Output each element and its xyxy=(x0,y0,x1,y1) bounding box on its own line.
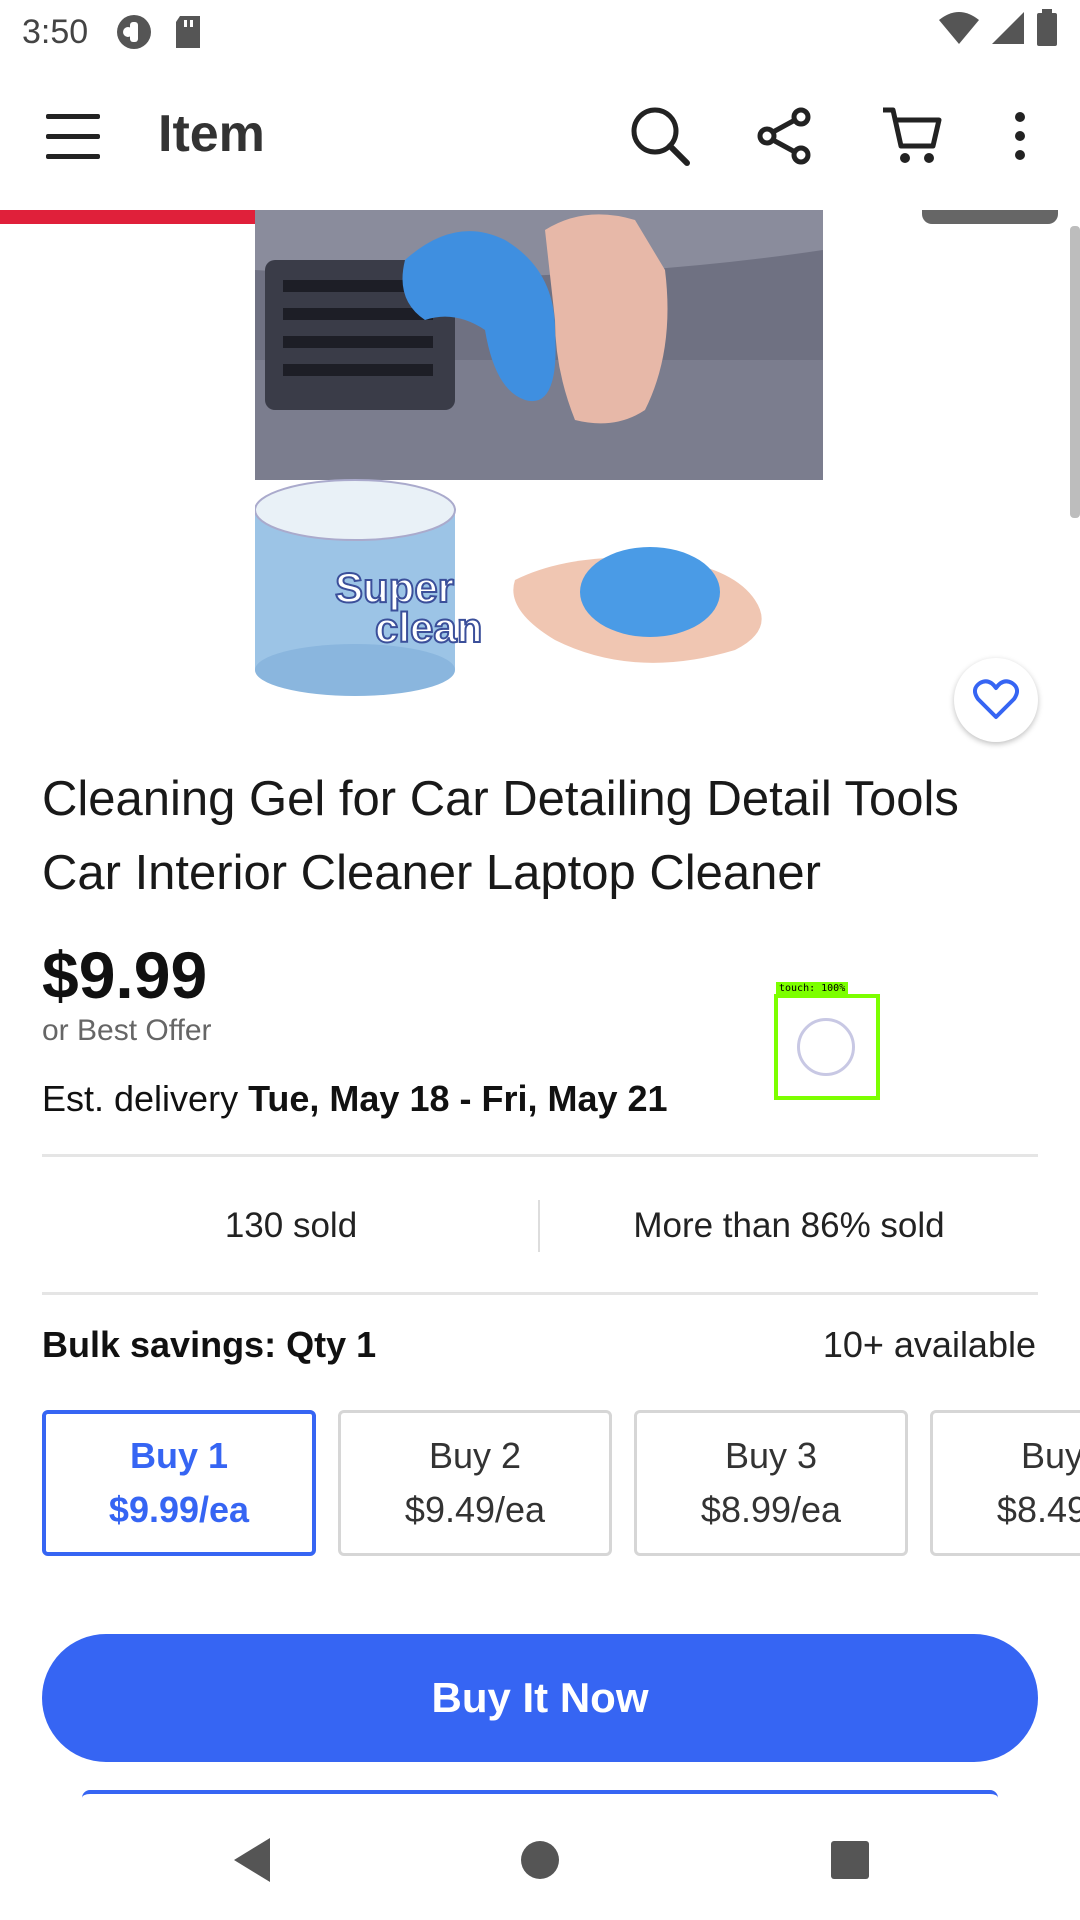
jar-label-line2: clean xyxy=(375,604,482,651)
divider xyxy=(42,1292,1038,1295)
home-icon[interactable] xyxy=(510,1830,570,1890)
bulk-option-qty: Buy 4 xyxy=(1020,1435,1080,1476)
product-image: Super clean xyxy=(255,210,823,696)
app-bar: Item xyxy=(0,64,1080,210)
available-quantity: 10+ available xyxy=(822,1324,1036,1365)
status-bar: 3:50 xyxy=(0,0,1080,64)
divider xyxy=(42,1154,1038,1157)
notification-icon xyxy=(114,12,154,52)
bulk-savings-label: Bulk savings: Qty 1 xyxy=(42,1324,377,1365)
delivery-prefix: Est. delivery xyxy=(42,1078,249,1119)
sales-stats: 130 sold More than 86% sold xyxy=(42,1158,1038,1294)
bulk-option-qty: Buy 3 xyxy=(724,1435,818,1476)
recents-icon[interactable] xyxy=(820,1830,880,1890)
sold-count: 130 sold xyxy=(224,1206,358,1245)
bulk-option-price: $9.99/ea xyxy=(108,1489,250,1530)
image-counter-strip xyxy=(922,210,1058,224)
buy-it-now-button[interactable]: Buy It Now xyxy=(42,1634,1038,1762)
touch-point xyxy=(797,1018,855,1076)
add-to-cart-button-peek[interactable] xyxy=(82,1790,998,1798)
bulk-option-3[interactable]: Buy 3 $8.99/ea xyxy=(634,1410,908,1556)
signal-icon xyxy=(990,10,1026,55)
wifi-icon xyxy=(938,10,980,55)
search-icon[interactable] xyxy=(628,104,692,168)
estimated-delivery: Est. delivery Tue, May 18 - Fri, May 21 xyxy=(42,1078,668,1120)
page-title: Item xyxy=(158,105,265,163)
share-icon[interactable] xyxy=(752,104,816,168)
scrollbar[interactable] xyxy=(1070,226,1080,518)
heart-icon xyxy=(973,679,1019,719)
sold-percent: More than 86% sold xyxy=(633,1206,945,1245)
sd-card-icon xyxy=(172,14,204,50)
bulk-options: Buy 1 $9.99/ea Buy 2 $9.49/ea Buy 3 $8.9… xyxy=(42,1410,1080,1556)
delivery-dates: Tue, May 18 - Fri, May 21 xyxy=(248,1078,668,1119)
status-time: 3:50 xyxy=(22,12,89,51)
best-offer-text: or Best Offer xyxy=(42,1014,212,1047)
bulk-option-price: $8.99/ea xyxy=(700,1489,842,1530)
cart-icon[interactable] xyxy=(880,104,944,168)
bulk-option-qty: Buy 2 xyxy=(428,1435,522,1476)
bulk-option-qty: Buy 1 xyxy=(129,1435,229,1476)
battery-icon xyxy=(1036,8,1058,56)
bulk-option-price: $8.49/ea xyxy=(996,1489,1080,1530)
product-price: $9.99 xyxy=(42,938,208,1012)
menu-icon[interactable] xyxy=(46,112,100,160)
bulk-option-4[interactable]: Buy 4 $8.49/ea xyxy=(930,1410,1080,1556)
bulk-option-2[interactable]: Buy 2 $9.49/ea xyxy=(338,1410,612,1556)
product-image-carousel[interactable]: Super clean xyxy=(0,210,1080,730)
watch-heart-button[interactable] xyxy=(954,658,1038,742)
back-icon[interactable] xyxy=(222,1830,282,1890)
bulk-option-price: $9.49/ea xyxy=(404,1489,546,1530)
item-page: 3:50 Item Super clean Cleaning Gel for C… xyxy=(0,0,1080,1920)
bulk-option-1[interactable]: Buy 1 $9.99/ea xyxy=(42,1410,316,1556)
more-vert-icon[interactable] xyxy=(990,104,1050,168)
product-title: Cleaning Gel for Car Detailing Detail To… xyxy=(42,772,959,900)
system-nav-bar xyxy=(0,1800,1080,1920)
